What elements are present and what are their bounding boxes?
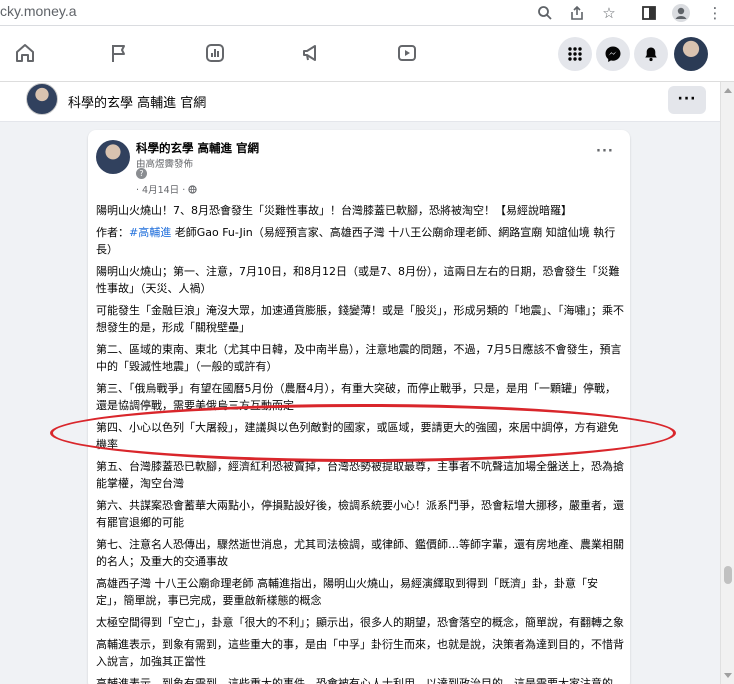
scroll-down-icon[interactable] bbox=[724, 673, 732, 678]
side-panel-icon[interactable] bbox=[638, 2, 660, 24]
menu-grid-icon[interactable] bbox=[558, 37, 592, 71]
paragraph-text: 第五、台灣膝蓋恐已軟腳，經濟紅利恐被賣掉，台灣恐勢被提取最尊，主事者不吭聲這加場… bbox=[96, 460, 624, 490]
post-paragraph: 高輔進表示，到象有需到，這些重大的事，是由「中孚」卦衍生而來，也就是說，決策者為… bbox=[96, 636, 624, 670]
info-icon: ? bbox=[136, 168, 147, 179]
paragraph-text: 可能發生「金融巨浪」淹沒大眾，加速通貨膨脹，錢變薄！或是「股災」，形成另類的「地… bbox=[96, 304, 624, 334]
zoom-icon[interactable] bbox=[534, 2, 556, 24]
post-paragraph: 第二、區域的東南、東北（尤其中日韓，及中南半島），注意地震的問題，不過，7月5日… bbox=[96, 341, 624, 375]
paragraph-text: 第三、「俄烏戰爭」有望在國曆5月份（農曆4月），有重大突破，而停止戰爭，只是，是… bbox=[96, 382, 616, 412]
post-paragraph: 可能發生「金融巨浪」淹沒大眾，加速通貨膨脹，錢變薄！或是「股災」，形成另類的「地… bbox=[96, 302, 624, 336]
paragraph-text: 高輔進表示，到象有需到，這些重大的事件，恐會被有心人士利用，以達到政治目的，這是… bbox=[96, 677, 613, 684]
bookmark-star-icon[interactable]: ☆ bbox=[598, 2, 620, 24]
paragraph-text: 陽明山火燒山！7、8月恐會發生「災難性事故」！台灣膝蓋已軟腳，恐將被淘空！【易經… bbox=[96, 204, 572, 217]
author-prefix: 作者： bbox=[96, 226, 129, 239]
facebook-nav bbox=[0, 26, 734, 82]
paragraph-text: 第二、區域的東南、東北（尤其中日韓，及中南半島），注意地震的問題，不過，7月5日… bbox=[96, 343, 622, 373]
notifications-bell-icon[interactable] bbox=[634, 37, 668, 71]
page-more-button[interactable]: ··· bbox=[668, 86, 706, 114]
paragraph-text: 第七、注意名人恐傳出，驟然逝世消息，尤其司法檢調，或律師、鑑價師…等師字輩，還有… bbox=[96, 538, 624, 568]
page-avatar[interactable] bbox=[26, 83, 58, 115]
browser-toolbar: cky.money.a ☆ ⋮ bbox=[0, 0, 734, 26]
post-paragraph: 第五、台灣膝蓋恐已軟腳，經濟紅利恐被賣掉，台灣恐勢被提取最尊，主事者不吭聲這加場… bbox=[96, 458, 624, 492]
post-paragraph: 陽明山火燒山；第一、注意，7月10日，和8月12日（或是7、8月份），這兩日左右… bbox=[96, 263, 624, 297]
messenger-icon[interactable] bbox=[596, 37, 630, 71]
post-paragraph: 陽明山火燒山！7、8月恐會發生「災難性事故」！台灣膝蓋已軟腳，恐將被淘空！【易經… bbox=[96, 202, 624, 219]
post-paragraph: 第六、共謀案恐會蓄華大兩點小，停損點設好後，檢調系統要小心！派系鬥爭，恐會耘增大… bbox=[96, 497, 624, 531]
scroll-up-icon[interactable] bbox=[724, 88, 732, 93]
page-scrollbar[interactable] bbox=[720, 82, 734, 684]
scroll-thumb[interactable] bbox=[724, 566, 732, 584]
paragraph-text: 高輔進表示，到象有需到，這些重大的事，是由「中孚」卦衍生而來，也就是說，決策者為… bbox=[96, 638, 624, 668]
globe-icon bbox=[188, 185, 197, 194]
video-icon[interactable] bbox=[394, 40, 420, 66]
post-card: 科學的玄學 高輔進 官網 由高煜霽發佈 ? · 4月14日 · ··· 陽明山火… bbox=[88, 130, 630, 684]
post-paragraph: 太極空間得到「空亡」，卦意「很大的不利」；顯示出，很多人的期望，恐會落空的概念，… bbox=[96, 614, 624, 631]
megaphone-icon[interactable] bbox=[298, 40, 324, 66]
profile-icon[interactable] bbox=[670, 2, 692, 24]
author-avatar[interactable] bbox=[96, 140, 130, 174]
hashtag-link[interactable]: #高輔進 bbox=[129, 226, 171, 239]
post-paragraph: 高雄西子灣 十八王公廟命理老師 高輔進指出，陽明山火燒山，易經演繹取到得到「既濟… bbox=[96, 575, 624, 609]
post-body: 陽明山火燒山！7、8月恐會發生「災難性事故」！台灣膝蓋已軟腳，恐將被淘空！【易經… bbox=[96, 202, 624, 684]
paragraph-text: 陽明山火燒山；第一、注意，7月10日，和8月12日（或是7、8月份），這兩日左右… bbox=[96, 265, 620, 295]
paragraph-text: 太極空間得到「空亡」，卦意「很大的不利」；顯示出，很多人的期望，恐會落空的概念，… bbox=[96, 616, 624, 629]
browser-menu-icon[interactable]: ⋮ bbox=[704, 2, 726, 24]
address-bar[interactable]: cky.money.a bbox=[0, 3, 77, 19]
paragraph-text: 老師Gao Fu-Jin（易經預言家、高雄西子灣 十八王公廟命理老師、網路宣廟 … bbox=[96, 226, 616, 256]
paragraph-text: 第四、小心以色列「大屠殺」，建議與以色列敵對的國家，或區域，要請更大的強國，來居… bbox=[96, 421, 619, 451]
insights-icon[interactable] bbox=[202, 40, 228, 66]
post-options-button[interactable]: ··· bbox=[596, 144, 614, 159]
post-author[interactable]: 科學的玄學 高輔進 官網 bbox=[136, 140, 259, 156]
post-paragraph: 第三、「俄烏戰爭」有望在國曆5月份（農曆4月），有重大突破，而停止戰爭，只是，是… bbox=[96, 380, 624, 414]
page-name[interactable]: 科學的玄學 高輔進 官網 bbox=[68, 92, 206, 111]
post-paragraph: 第七、注意名人恐傳出，驟然逝世消息，尤其司法檢調，或律師、鑑價師…等師字輩，還有… bbox=[96, 536, 624, 570]
paragraph-text: 高雄西子灣 十八王公廟命理老師 高輔進指出，陽明山火燒山，易經演繹取到得到「既濟… bbox=[96, 577, 598, 607]
home-icon[interactable] bbox=[12, 40, 38, 66]
post-paragraph: 第四、小心以色列「大屠殺」，建議與以色列敵對的國家，或區域，要請更大的強國，來居… bbox=[96, 419, 624, 453]
paragraph-text: 第六、共謀案恐會蓄華大兩點小，停損點設好後，檢調系統要小心！派系鬥爭，恐會耘增大… bbox=[96, 499, 624, 529]
share-icon[interactable] bbox=[566, 2, 588, 24]
page-header: 科學的玄學 高輔進 官網 ··· bbox=[0, 82, 734, 122]
account-avatar[interactable] bbox=[674, 37, 708, 71]
published-by: 由高煜霽發佈 bbox=[136, 159, 194, 170]
flag-icon[interactable] bbox=[106, 40, 132, 66]
post-paragraph: 作者：#高輔進 老師Gao Fu-Jin（易經預言家、高雄西子灣 十八王公廟命理… bbox=[96, 224, 624, 258]
post-date[interactable]: · 4月14日 · bbox=[136, 182, 197, 196]
post-paragraph: 高輔進表示，到象有需到，這些重大的事件，恐會被有心人士利用，以達到政治目的，這是… bbox=[96, 675, 624, 684]
